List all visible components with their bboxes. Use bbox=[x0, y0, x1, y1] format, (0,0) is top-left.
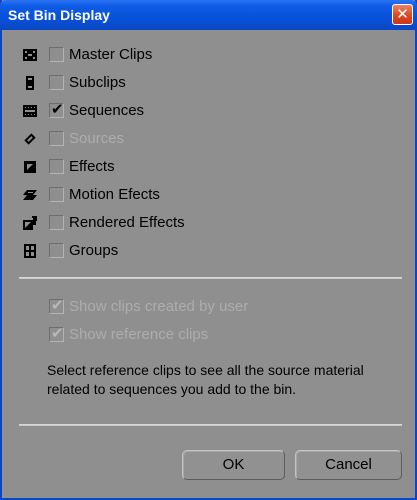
subclips-checkbox[interactable] bbox=[49, 75, 64, 90]
effects-checkbox[interactable] bbox=[49, 159, 64, 174]
option-sources: Sources bbox=[2, 129, 302, 149]
show-reference-clips-label: Show reference clips bbox=[69, 326, 209, 343]
rendered-effects-checkbox[interactable] bbox=[49, 215, 64, 230]
option-rendered-effects[interactable]: Rendered Effects bbox=[2, 213, 302, 233]
divider-bottom bbox=[19, 424, 402, 426]
master-clip-icon bbox=[23, 49, 37, 61]
checkmark-icon: ✔ bbox=[51, 101, 64, 118]
ok-button[interactable]: OK bbox=[182, 450, 285, 480]
checkmark-icon: ✔ bbox=[51, 325, 64, 342]
effect-icon bbox=[24, 161, 36, 173]
motion-effect-icon bbox=[23, 190, 37, 200]
window-title: Set Bin Display bbox=[8, 7, 110, 23]
sequences-checkbox[interactable]: ✔ bbox=[49, 101, 64, 118]
checkmark-icon: ✔ bbox=[51, 297, 64, 314]
divider-top bbox=[19, 277, 402, 279]
subclip-icon bbox=[26, 76, 34, 90]
set-bin-display-dialog: Set Bin Display ✕ Master Clips Subclips bbox=[0, 0, 417, 500]
help-text: Select reference clips to see all the so… bbox=[47, 362, 364, 397]
groups-checkbox[interactable] bbox=[49, 243, 64, 258]
motion-effects-label: Motion Efects bbox=[69, 186, 160, 203]
option-sequences[interactable]: ✔ Sequences bbox=[2, 101, 302, 121]
sequences-label: Sequences bbox=[69, 102, 145, 119]
show-reference-clips-checkbox: ✔ bbox=[49, 325, 64, 342]
option-show-user-clips: ✔ Show clips created by user bbox=[2, 297, 302, 317]
groups-label: Groups bbox=[69, 242, 119, 259]
sources-checkbox bbox=[49, 131, 64, 146]
master-clips-checkbox[interactable] bbox=[49, 47, 64, 62]
sources-label: Sources bbox=[69, 130, 125, 147]
sequence-icon bbox=[23, 105, 37, 117]
master-clips-label: Master Clips bbox=[69, 46, 153, 63]
effects-label: Effects bbox=[69, 158, 115, 175]
option-show-reference-clips: ✔ Show reference clips bbox=[2, 325, 302, 345]
motion-effects-checkbox[interactable] bbox=[49, 187, 64, 202]
option-motion-effects[interactable]: Motion Efects bbox=[2, 185, 302, 205]
close-button[interactable]: ✕ bbox=[392, 4, 413, 25]
rendered-effect-icon bbox=[23, 216, 37, 230]
source-icon bbox=[24, 133, 36, 145]
rendered-effects-label: Rendered Effects bbox=[69, 214, 185, 231]
subclips-label: Subclips bbox=[69, 74, 126, 91]
option-groups[interactable]: Groups bbox=[2, 241, 302, 261]
option-subclips[interactable]: Subclips bbox=[2, 73, 302, 93]
group-icon bbox=[24, 244, 36, 258]
show-user-clips-label: Show clips created by user bbox=[69, 298, 249, 315]
show-user-clips-checkbox: ✔ bbox=[49, 297, 64, 314]
option-master-clips[interactable]: Master Clips bbox=[2, 45, 302, 65]
title-bar[interactable]: Set Bin Display bbox=[0, 0, 417, 30]
cancel-button[interactable]: Cancel bbox=[295, 450, 402, 480]
option-effects[interactable]: Effects bbox=[2, 157, 302, 177]
